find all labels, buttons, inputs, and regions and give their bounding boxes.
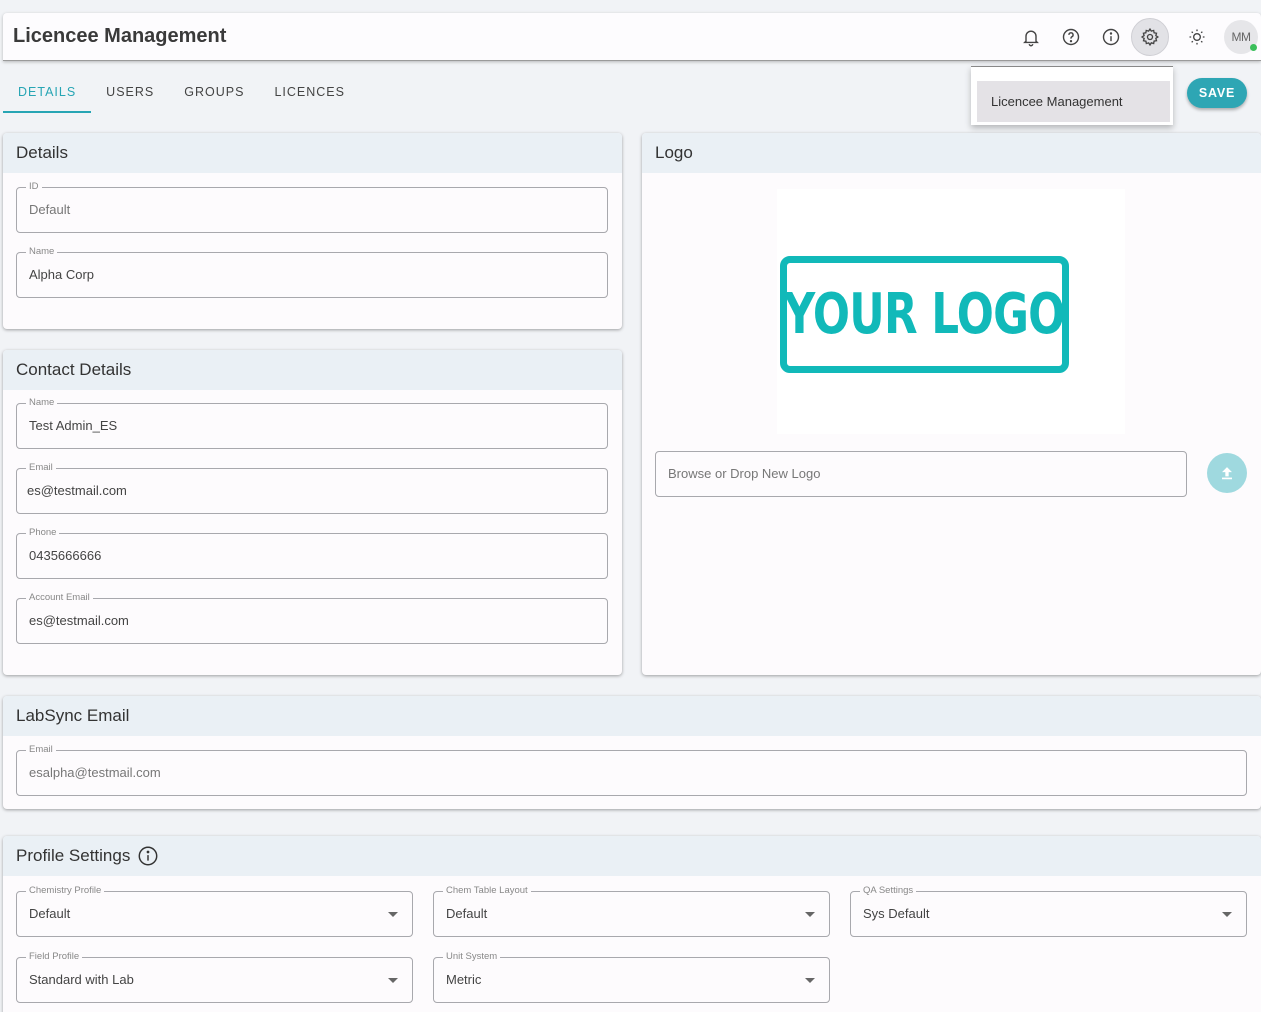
chevron-down-icon [388, 978, 398, 983]
phone-field[interactable]: Phone 0435666666 [16, 527, 608, 579]
details-card-title: Details [3, 133, 622, 173]
upload-icon [1222, 467, 1232, 480]
chem-table-layout-label: Chem Table Layout [443, 885, 531, 897]
contact-name-label: Name [26, 397, 58, 409]
avatar-initials: MM [1231, 30, 1252, 44]
page-title: Licencee Management [13, 25, 227, 47]
contact-card-title: Contact Details [3, 350, 622, 390]
phone-value: 0435666666 [29, 548, 102, 563]
labsync-email-field[interactable]: Email esalpha@testmail.com [16, 744, 1247, 796]
tab-licences[interactable]: LICENCES [259, 72, 360, 113]
details-card: Details ID Default Name Alpha Corp [3, 133, 622, 329]
save-button[interactable]: SAVE [1187, 78, 1247, 108]
qa-settings-select[interactable]: QA Settings Sys Default [850, 885, 1247, 937]
unit-system-label: Unit System [443, 951, 501, 963]
id-field[interactable]: ID Default [16, 181, 608, 233]
id-field-label: ID [26, 181, 42, 193]
email-field[interactable]: Email es@testmail.com [16, 462, 608, 514]
field-profile-label: Field Profile [26, 951, 83, 963]
chevron-down-icon [1222, 912, 1232, 917]
unit-system-value: Metric [446, 972, 482, 987]
phone-label: Phone [26, 527, 60, 539]
tab-details[interactable]: DETAILS [3, 72, 92, 113]
field-profile-value: Standard with Lab [29, 972, 134, 987]
account-email-value: es@testmail.com [29, 613, 129, 628]
profile-settings-card: Profile Settings Chemistry Profile Defau… [3, 836, 1261, 1012]
logo-upload-input[interactable]: Browse or Drop New Logo [655, 451, 1187, 497]
account-email-field[interactable]: Account Email es@testmail.com [16, 592, 608, 644]
logo-card-title: Logo [642, 133, 1261, 173]
logo-image: YOUR LOGO [780, 256, 1069, 373]
labsync-email-value: esalpha@testmail.com [29, 765, 161, 780]
info-icon[interactable] [1096, 22, 1126, 52]
labsync-card-title: LabSync Email [3, 696, 1261, 736]
chevron-down-icon [805, 978, 815, 983]
app-header: Licencee Management MM [3, 13, 1261, 61]
gear-icon[interactable] [1131, 18, 1169, 56]
field-profile-select[interactable]: Field Profile Standard with Lab [16, 951, 413, 1003]
bell-icon[interactable] [1016, 22, 1046, 52]
chem-table-layout-select[interactable]: Chem Table Layout Default [433, 885, 830, 937]
logo-upload-placeholder: Browse or Drop New Logo [668, 466, 821, 481]
unit-system-select[interactable]: Unit System Metric [433, 951, 830, 1003]
labsync-email-label: Email [26, 744, 56, 756]
tab-users[interactable]: USERS [91, 72, 169, 113]
menu-item-licencee-management[interactable]: Licencee Management [977, 81, 1170, 122]
chevron-down-icon [388, 912, 398, 917]
logo-image-text: YOUR LOGO [784, 282, 1066, 347]
profile-card-header: Profile Settings [3, 836, 1261, 876]
name-field[interactable]: Name Alpha Corp [16, 246, 608, 298]
info-icon[interactable] [137, 845, 159, 867]
upload-button[interactable] [1207, 453, 1247, 493]
contact-details-card: Contact Details Name Test Admin_ES Email… [3, 350, 622, 675]
qa-settings-value: Sys Default [863, 906, 930, 921]
chemistry-profile-value: Default [29, 906, 71, 921]
chemistry-profile-select[interactable]: Chemistry Profile Default [16, 885, 413, 937]
avatar[interactable]: MM [1224, 20, 1258, 54]
chem-table-layout-value: Default [446, 906, 488, 921]
profile-card-title: Profile Settings [16, 846, 131, 865]
chemistry-profile-label: Chemistry Profile [26, 885, 105, 897]
settings-menu: Licencee Management [971, 66, 1173, 125]
contact-name-value: Test Admin_ES [29, 418, 118, 433]
tab-bar: DETAILS USERS GROUPS LICENCES [3, 72, 360, 113]
brightness-icon[interactable] [1182, 22, 1212, 52]
email-label: Email [26, 462, 56, 474]
contact-name-field[interactable]: Name Test Admin_ES [16, 397, 608, 449]
name-field-value: Alpha Corp [29, 267, 95, 282]
id-field-value: Default [29, 202, 71, 217]
email-value: es@testmail.com [27, 483, 127, 498]
name-field-label: Name [26, 246, 58, 258]
labsync-email-card: LabSync Email Email esalpha@testmail.com [3, 696, 1261, 809]
qa-settings-label: QA Settings [860, 885, 917, 897]
help-icon[interactable] [1056, 22, 1086, 52]
logo-preview: YOUR LOGO [777, 189, 1125, 434]
online-status-dot [1250, 44, 1257, 51]
tab-groups[interactable]: GROUPS [169, 72, 259, 113]
logo-card: Logo YOUR LOGO Browse or Drop New Logo [642, 133, 1261, 675]
account-email-label: Account Email [26, 592, 93, 604]
chevron-down-icon [805, 912, 815, 917]
